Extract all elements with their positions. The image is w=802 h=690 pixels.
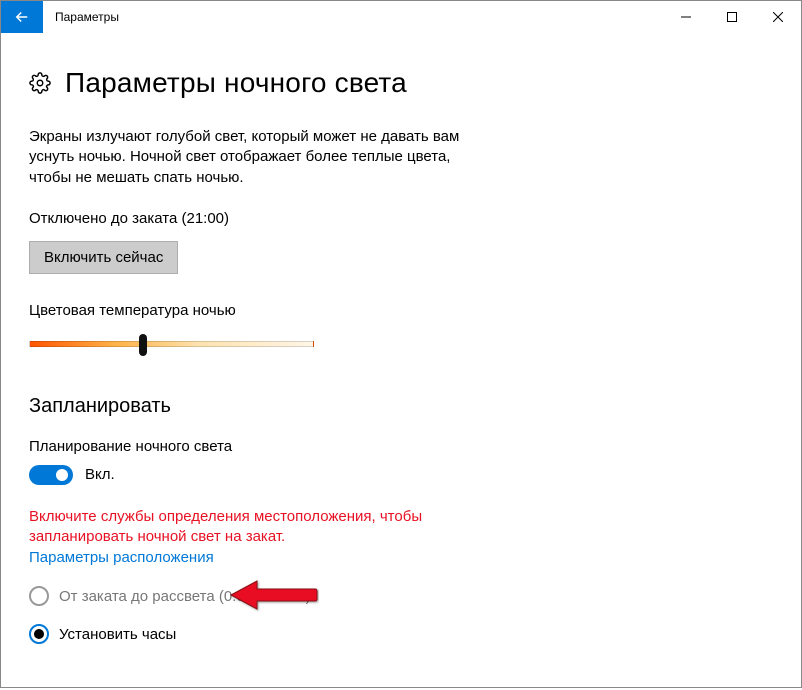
- slider-track: [29, 341, 314, 347]
- schedule-toggle-row: Вкл.: [29, 465, 773, 485]
- back-button[interactable]: [1, 1, 43, 33]
- location-settings-link[interactable]: Параметры расположения: [29, 549, 214, 566]
- window-title: Параметры: [43, 1, 663, 33]
- schedule-heading: Запланировать: [29, 395, 773, 418]
- window-controls: [663, 1, 801, 33]
- temperature-slider[interactable]: [29, 329, 314, 357]
- page-title: Параметры ночного света: [65, 67, 407, 99]
- close-button[interactable]: [755, 1, 801, 33]
- titlebar: Параметры: [1, 1, 801, 33]
- minimize-button[interactable]: [663, 1, 709, 33]
- arrow-left-icon: [13, 8, 31, 26]
- radio-set-hours-label: Установить часы: [59, 626, 176, 643]
- location-warning: Включите службы определения местоположен…: [29, 507, 479, 548]
- close-icon: [773, 12, 783, 22]
- maximize-button[interactable]: [709, 1, 755, 33]
- toggle-knob: [56, 469, 68, 481]
- radio-set-hours[interactable]: [29, 624, 49, 644]
- radio-sunset: [29, 586, 49, 606]
- radio-hours-row: Установить часы: [29, 624, 773, 644]
- gear-icon: [29, 72, 51, 94]
- minimize-icon: [681, 12, 691, 22]
- turn-on-now-button[interactable]: Включить сейчас: [29, 241, 178, 274]
- page-header: Параметры ночного света: [29, 67, 773, 99]
- temperature-label: Цветовая температура ночью: [29, 302, 773, 319]
- status-text: Отключено до заката (21:00): [29, 210, 773, 227]
- schedule-plan-label: Планирование ночного света: [29, 438, 773, 455]
- radio-sunset-label: От заката до рассвета (0:00 — 0:00): [59, 588, 311, 605]
- maximize-icon: [727, 12, 737, 22]
- toggle-state-label: Вкл.: [85, 466, 115, 483]
- schedule-toggle[interactable]: [29, 465, 73, 485]
- page-description: Экраны излучают голубой свет, который мо…: [29, 127, 489, 188]
- content-wrapper: Параметры ночного света Экраны излучают …: [1, 33, 801, 690]
- radio-sunset-row: От заката до рассвета (0:00 — 0:00): [29, 586, 773, 606]
- slider-thumb: [139, 334, 147, 356]
